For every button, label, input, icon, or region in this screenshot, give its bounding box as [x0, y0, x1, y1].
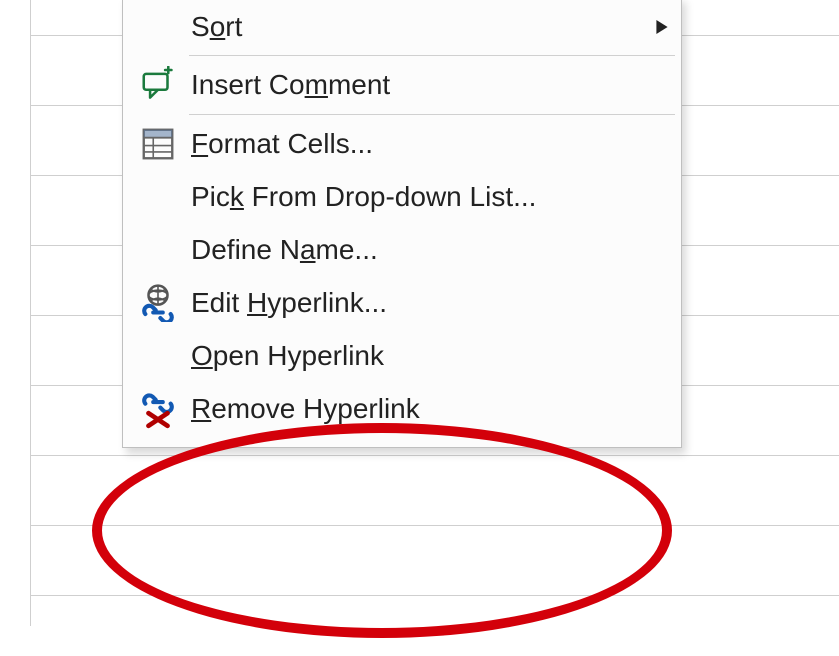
menu-divider — [189, 114, 675, 115]
grid-row — [31, 456, 839, 526]
menu-label-remove-hyperlink: Remove Hyperlink — [187, 391, 669, 427]
insert-comment-icon — [129, 66, 187, 104]
grid-row — [31, 526, 839, 596]
menu-label-edit-hyperlink: Edit Hyperlink... — [187, 285, 669, 321]
submenu-arrow-icon — [639, 13, 669, 42]
menu-label-insert-comment: Insert Comment — [187, 67, 669, 103]
edit-hyperlink-icon — [129, 284, 187, 322]
menu-item-remove-hyperlink[interactable]: Remove Hyperlink — [125, 383, 679, 437]
format-cells-icon — [129, 125, 187, 163]
menu-label-sort: Sort — [187, 9, 639, 45]
menu-label-pick-list: Pick From Drop-down List... — [187, 179, 669, 215]
menu-item-define-name[interactable]: Define Name... — [125, 224, 679, 276]
menu-item-open-hyperlink[interactable]: Open Hyperlink — [125, 330, 679, 382]
menu-item-pick-list[interactable]: Pick From Drop-down List... — [125, 171, 679, 223]
menu-item-edit-hyperlink[interactable]: Edit Hyperlink... — [125, 276, 679, 330]
context-menu: Sort Insert Comment — [122, 0, 682, 448]
menu-label-format-cells: Format Cells... — [187, 126, 669, 162]
remove-hyperlink-icon — [129, 391, 187, 429]
menu-item-insert-comment[interactable]: Insert Comment — [125, 58, 679, 112]
menu-item-sort[interactable]: Sort — [125, 1, 679, 53]
menu-divider — [189, 55, 675, 56]
menu-item-format-cells[interactable]: Format Cells... — [125, 117, 679, 171]
menu-label-define-name: Define Name... — [187, 232, 669, 268]
menu-label-open-hyperlink: Open Hyperlink — [187, 338, 669, 374]
